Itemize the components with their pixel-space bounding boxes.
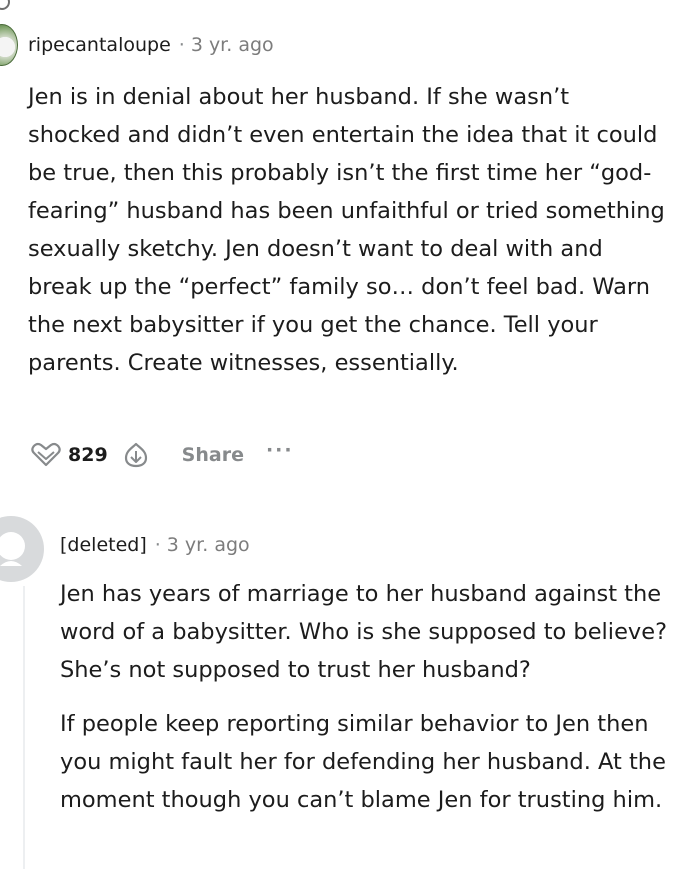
avatar[interactable] [0,24,18,66]
comment-actions: 829 Share ··· [28,437,294,473]
comment-paragraph: If people keep reporting similar behavio… [60,711,666,813]
separator-dot: · [154,534,161,556]
downvote-icon [124,442,147,468]
downvote-button[interactable] [118,437,154,473]
comment-deleted: [deleted] · 3 yr. ago Jen has years of m… [0,510,700,869]
comment-body: Jen is in denial about her husband. If s… [28,78,668,382]
upvote-button[interactable] [28,437,64,473]
comment-meta: [deleted] · 3 yr. ago [60,534,250,556]
author-link[interactable]: ripecantaloupe [28,34,171,56]
comment-body: Jen has years of marriage to her husband… [60,575,680,819]
upvote-icon [31,442,61,467]
avatar-decoration [0,0,10,10]
comment-meta: ripecantaloupe · 3 yr. ago [28,34,274,56]
vote-score: 829 [68,444,108,466]
separator-dot: · [178,34,185,56]
comment-paragraph: Jen has years of marriage to her husband… [60,581,668,683]
author-label: [deleted] [60,534,147,556]
more-options-icon[interactable]: ··· [266,439,294,461]
share-button[interactable]: Share [182,444,244,466]
comment-ripecantaloupe: ripecantaloupe · 3 yr. ago Jen is in den… [0,0,700,485]
timestamp[interactable]: 3 yr. ago [167,534,250,556]
comment-paragraph: Jen is in denial about her husband. If s… [28,84,665,376]
timestamp[interactable]: 3 yr. ago [191,34,274,56]
